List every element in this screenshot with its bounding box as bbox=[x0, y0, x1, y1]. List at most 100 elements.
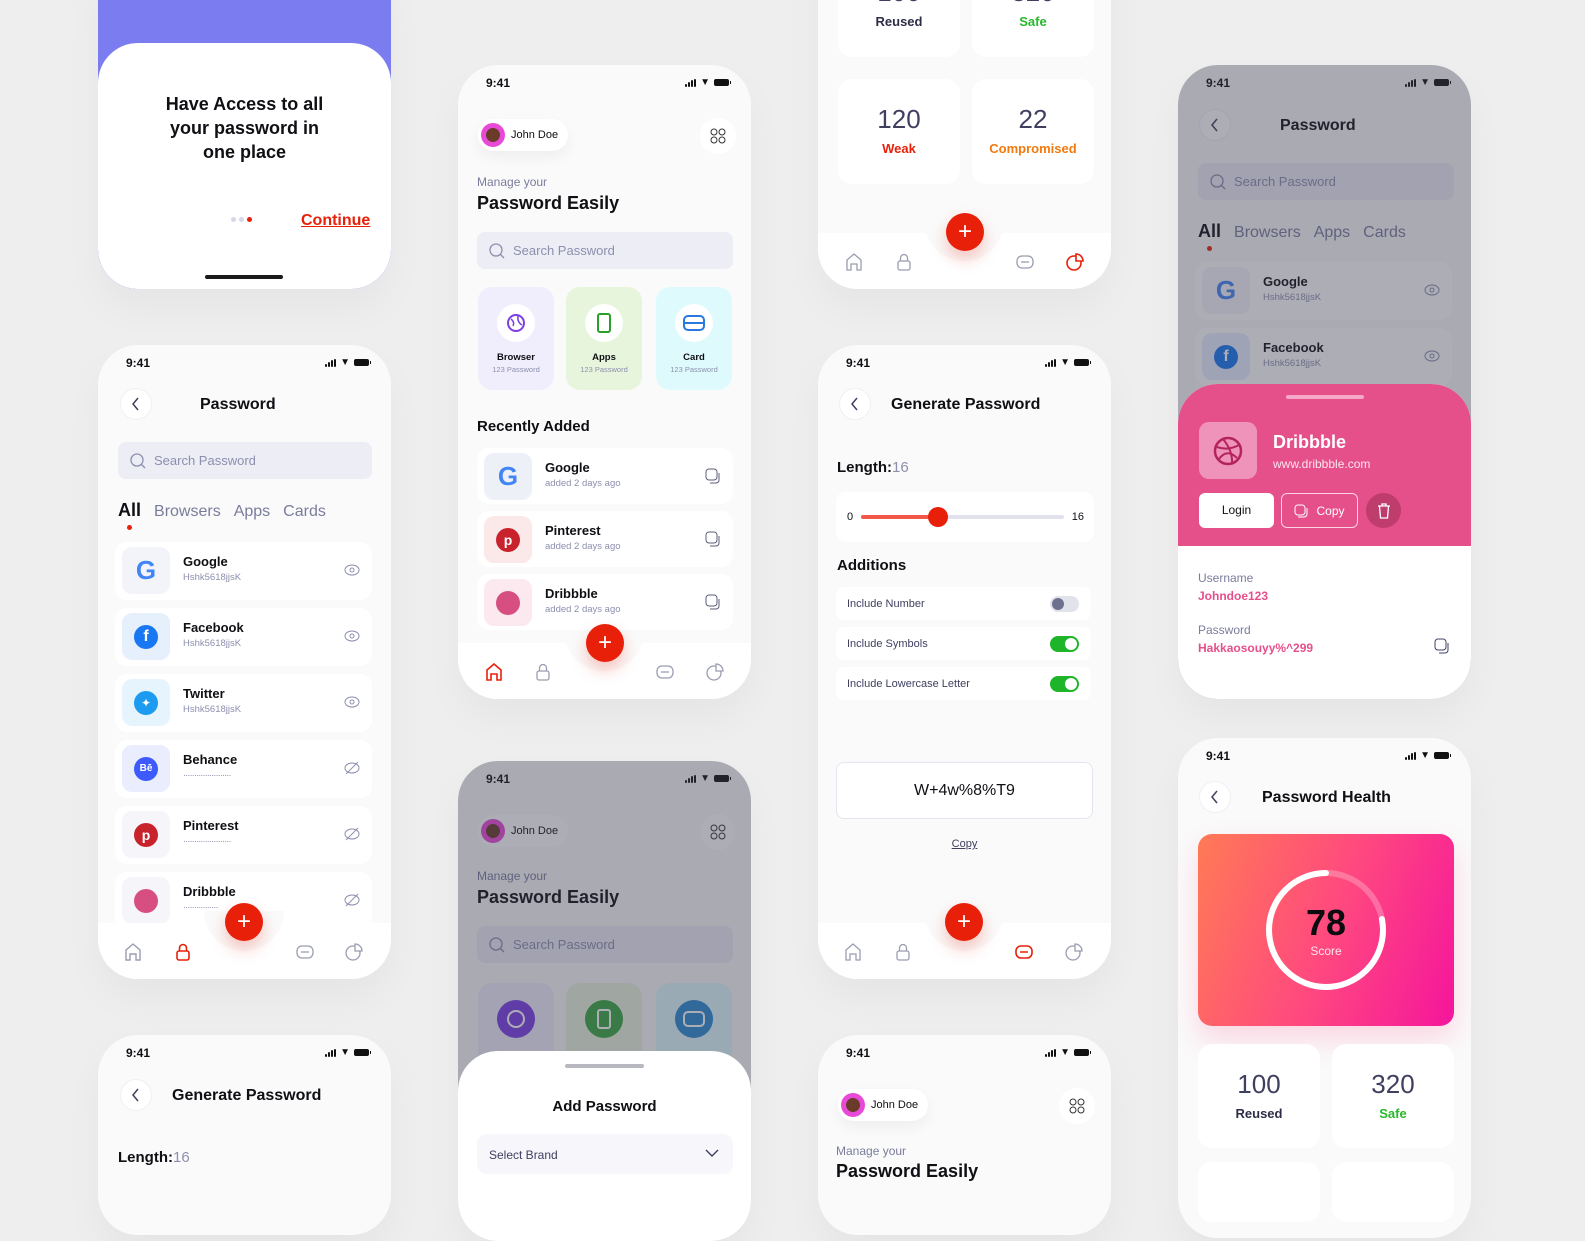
copy-icon[interactable] bbox=[1434, 638, 1450, 654]
list-item[interactable]: ✦ Twitter Hshk5618jjsK bbox=[115, 674, 372, 732]
key-icon[interactable] bbox=[1015, 943, 1033, 961]
list-item[interactable]: p Pinterest ······················ bbox=[115, 806, 372, 864]
key-icon[interactable] bbox=[656, 663, 674, 681]
copy-icon[interactable] bbox=[705, 531, 721, 547]
add-password-button[interactable]: + bbox=[225, 903, 263, 941]
home-icon[interactable] bbox=[485, 663, 503, 681]
add-password-button[interactable]: + bbox=[586, 624, 624, 662]
copy-icon[interactable] bbox=[705, 594, 721, 610]
pie-chart-icon[interactable] bbox=[706, 663, 724, 681]
category-apps[interactable]: Apps 123 Password bbox=[566, 287, 642, 390]
copy-link[interactable]: Copy bbox=[818, 838, 1111, 850]
stat-label: Compromised bbox=[989, 141, 1077, 156]
user-chip[interactable]: John Doe bbox=[838, 1089, 928, 1121]
eye-off-icon[interactable] bbox=[344, 892, 360, 908]
home-screen-2: 9:41 ▼ John Doe Manage your Password Eas… bbox=[818, 1035, 1111, 1235]
back-button[interactable] bbox=[120, 1079, 152, 1111]
category-browser[interactable]: Browser 123 Password bbox=[478, 287, 554, 390]
password-list-screen: 9:41 ▼ Password Search Password All Brow… bbox=[98, 345, 391, 979]
copy-icon[interactable] bbox=[705, 468, 721, 484]
add-password-button[interactable]: + bbox=[945, 903, 983, 941]
lock-icon[interactable] bbox=[895, 253, 913, 271]
category-name: Card bbox=[683, 352, 705, 363]
list-item[interactable]: G Google Hshk5618jjsK bbox=[115, 542, 372, 600]
list-item[interactable]: Bē Behance ······················ bbox=[115, 740, 372, 798]
battery-icon bbox=[354, 1049, 371, 1056]
category-card[interactable]: Card 123 Password bbox=[656, 287, 732, 390]
status-bar: 9:41 ▼ bbox=[818, 345, 1111, 383]
tab-apps[interactable]: Apps bbox=[234, 503, 270, 521]
add-password-button[interactable]: + bbox=[946, 213, 984, 251]
copy-button[interactable]: Copy bbox=[1281, 493, 1358, 528]
category-count: 123 Password bbox=[580, 365, 628, 374]
eye-icon[interactable] bbox=[344, 628, 360, 644]
score-label: Score bbox=[1310, 944, 1342, 958]
wifi-icon: ▼ bbox=[700, 77, 710, 88]
lock-icon[interactable] bbox=[174, 943, 192, 961]
stat-reused: 100 Reused bbox=[838, 0, 960, 57]
globe-icon bbox=[507, 314, 525, 332]
page-title: Password Health bbox=[1262, 789, 1391, 806]
stat-safe: 320 Safe bbox=[972, 0, 1094, 57]
home-icon[interactable] bbox=[844, 943, 862, 961]
lock-icon[interactable] bbox=[534, 663, 552, 681]
lock-icon[interactable] bbox=[894, 943, 912, 961]
option-label: Include Symbols bbox=[847, 638, 928, 650]
brand-url[interactable]: www.dribbble.com bbox=[1273, 457, 1370, 471]
back-button[interactable] bbox=[1199, 781, 1231, 813]
home-icon[interactable] bbox=[845, 253, 863, 271]
password-value: Hakkaosouyy%^299 bbox=[1198, 641, 1314, 655]
continue-link[interactable]: Continue bbox=[301, 212, 370, 230]
chevron-left-icon bbox=[1211, 790, 1218, 804]
toggle-include-number[interactable] bbox=[1050, 596, 1079, 612]
delete-button[interactable] bbox=[1366, 493, 1401, 528]
back-button[interactable] bbox=[839, 388, 871, 420]
recent-item[interactable]: p Pinterest added 2 days ago bbox=[477, 511, 733, 567]
length-label: Length: bbox=[118, 1149, 173, 1166]
slider-thumb[interactable] bbox=[928, 507, 949, 527]
login-button[interactable]: Login bbox=[1199, 493, 1274, 528]
avatar bbox=[481, 123, 505, 147]
sheet-handle[interactable] bbox=[1286, 395, 1364, 399]
recent-item[interactable]: G Google added 2 days ago bbox=[477, 448, 733, 504]
back-button[interactable] bbox=[120, 388, 152, 420]
user-chip[interactable]: John Doe bbox=[478, 119, 568, 151]
eye-icon[interactable] bbox=[344, 562, 360, 578]
recent-item[interactable]: Dribbble added 2 days ago bbox=[477, 574, 733, 630]
generated-password[interactable]: W+4w%8%T9 bbox=[836, 762, 1093, 819]
tab-all[interactable]: All bbox=[118, 500, 141, 530]
search-input[interactable]: Search Password bbox=[118, 442, 372, 479]
list-item[interactable]: f Facebook Hshk5618jjsK bbox=[115, 608, 372, 666]
grid-icon bbox=[1069, 1098, 1085, 1114]
eye-off-icon[interactable] bbox=[344, 826, 360, 842]
slider-track[interactable] bbox=[861, 507, 1064, 527]
toggle-include-lowercase[interactable] bbox=[1050, 676, 1079, 692]
search-input[interactable]: Search Password bbox=[477, 232, 733, 269]
key-icon[interactable] bbox=[1016, 253, 1034, 271]
tab-cards[interactable]: Cards bbox=[283, 503, 326, 521]
score-value: 78 bbox=[1305, 902, 1347, 943]
key-icon[interactable] bbox=[296, 943, 314, 961]
eye-off-icon[interactable] bbox=[344, 760, 360, 776]
menu-button[interactable] bbox=[1059, 1088, 1095, 1124]
stat-compromised: 22 Compromised bbox=[972, 79, 1094, 184]
home-icon[interactable] bbox=[124, 943, 142, 961]
sheet-handle[interactable] bbox=[565, 1064, 644, 1068]
item-name: Google bbox=[183, 554, 228, 569]
category-count: 123 Password bbox=[492, 365, 540, 374]
avatar bbox=[841, 1093, 865, 1117]
pie-chart-icon[interactable] bbox=[345, 943, 363, 961]
battery-icon bbox=[1074, 359, 1091, 366]
dribbble-icon bbox=[484, 579, 532, 626]
tab-browsers[interactable]: Browsers bbox=[154, 503, 221, 521]
menu-button[interactable] bbox=[700, 118, 736, 154]
pie-chart-icon[interactable] bbox=[1065, 943, 1083, 961]
eye-icon[interactable] bbox=[344, 694, 360, 710]
pie-chart-icon[interactable] bbox=[1066, 253, 1084, 271]
item-added: added 2 days ago bbox=[545, 478, 621, 489]
toggle-include-symbols[interactable] bbox=[1050, 636, 1079, 652]
pinterest-icon: p bbox=[484, 516, 532, 563]
generate-password-screen: 9:41 ▼ Generate Password Length:16 0 16 … bbox=[818, 345, 1111, 979]
brand-select[interactable]: Select Brand bbox=[477, 1134, 733, 1174]
search-placeholder: Search Password bbox=[513, 243, 615, 258]
